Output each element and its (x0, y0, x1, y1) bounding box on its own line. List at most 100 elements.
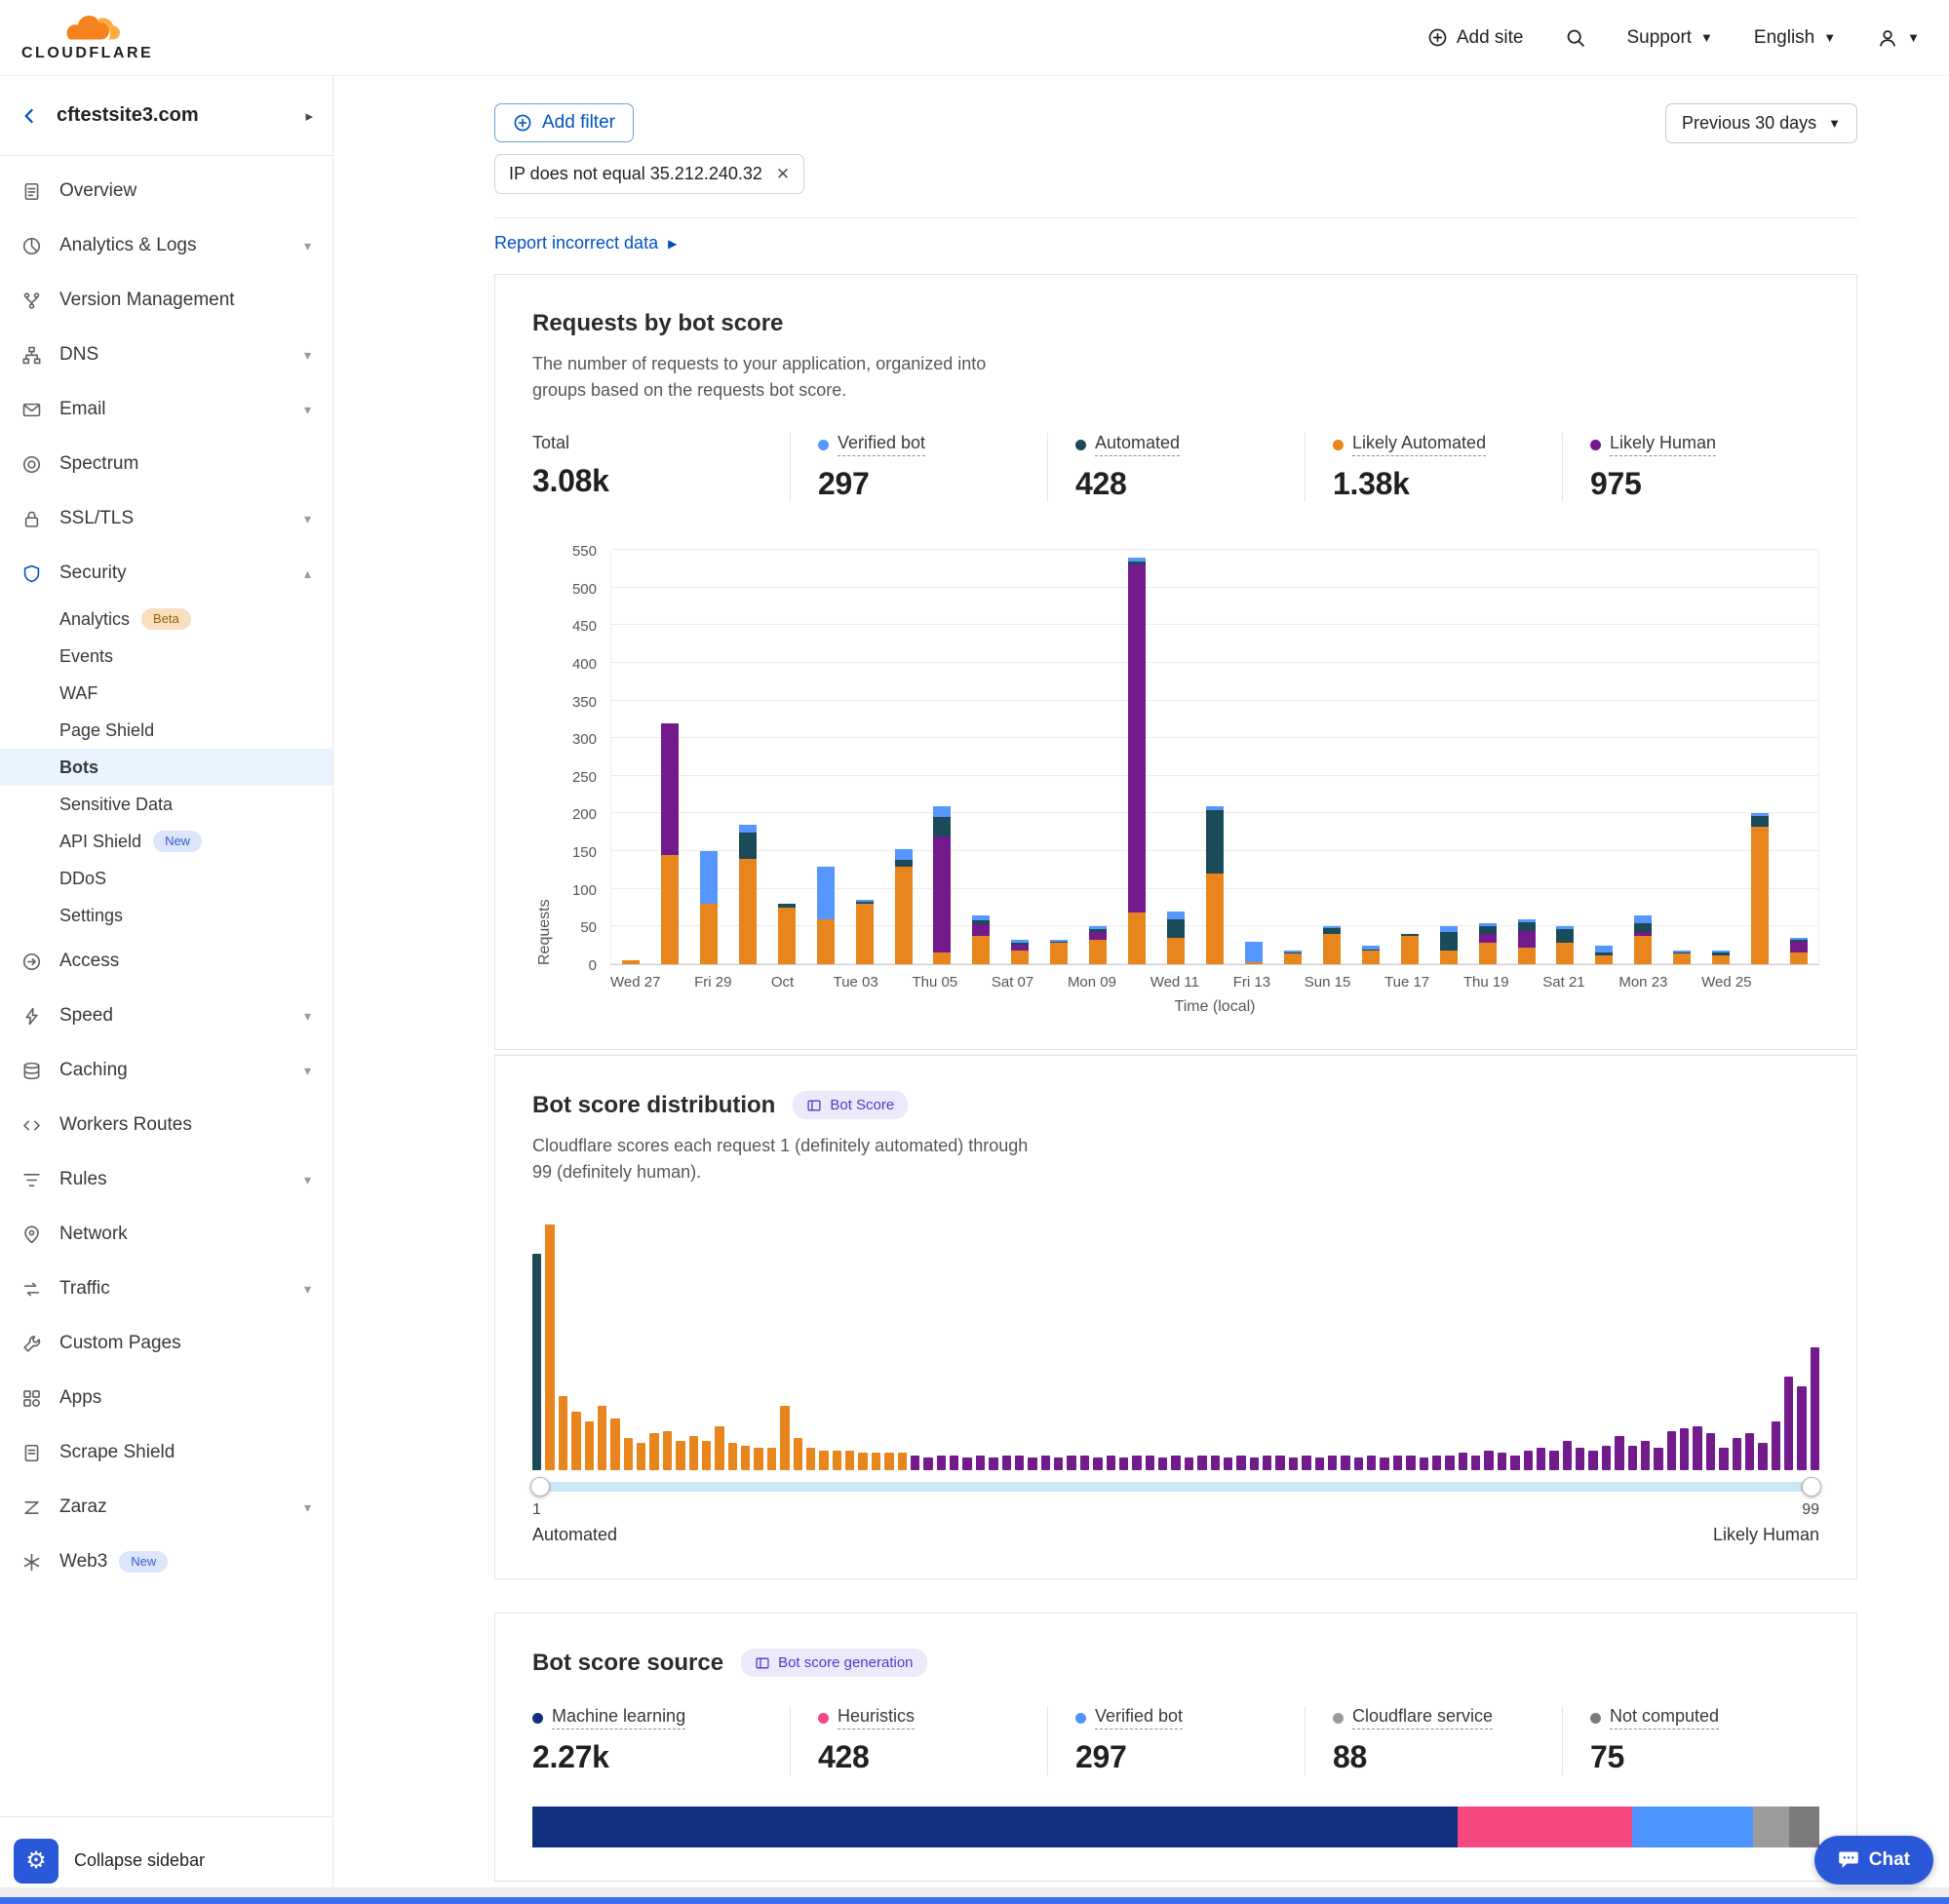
back-arrow-icon[interactable] (19, 105, 41, 127)
sidebar-item-sensitive-data[interactable]: Sensitive Data (0, 786, 332, 823)
sidebar-item-dns[interactable]: DNS▾ (0, 328, 332, 382)
sidebar-item-zaraz[interactable]: Zaraz▾ (0, 1480, 332, 1535)
cloudflare-logo[interactable]: CLOUDFLARE (21, 14, 153, 62)
sidebar-item-ssl-tls[interactable]: SSL/TLS▾ (0, 491, 332, 546)
bot-score-generation-badge[interactable]: Bot score generation (741, 1649, 926, 1677)
sidebar-item-apps[interactable]: Apps (0, 1371, 332, 1425)
hist-bar-24 (833, 1451, 841, 1470)
sidebar-item-network[interactable]: Network (0, 1207, 332, 1262)
sidebar-item-overview[interactable]: Overview (0, 164, 332, 218)
sidebar-item-custom-pages[interactable]: Custom Pages (0, 1316, 332, 1371)
filter-chip[interactable]: IP does not equal 35.212.240.32 ✕ (494, 154, 804, 194)
stat-value: 3.08k (532, 463, 790, 499)
chevron-down-icon: ▼ (1828, 117, 1841, 130)
hist-bar-16 (728, 1443, 737, 1470)
slider-handle-max[interactable] (1802, 1477, 1821, 1496)
source-segment-cloudflare-service (1753, 1807, 1789, 1847)
sidebar-item-analytics[interactable]: AnalyticsBeta (0, 601, 332, 638)
bar-day-13 (1089, 926, 1107, 964)
hist-bar-23 (819, 1451, 828, 1470)
chevron-down-icon: ▼ (1823, 31, 1836, 44)
hist-bar-47 (1132, 1456, 1141, 1470)
sidebar-item-traffic[interactable]: Traffic▾ (0, 1262, 332, 1316)
bar-day-14 (1128, 558, 1146, 964)
slider-handle-min[interactable] (530, 1477, 550, 1496)
hist-bar-28 (884, 1453, 893, 1470)
bar-day-5 (778, 904, 796, 964)
hist-bar-21 (794, 1438, 802, 1470)
hist-bar-90 (1693, 1426, 1701, 1470)
report-incorrect-data-link[interactable]: Report incorrect data ▶ (494, 233, 677, 253)
search-icon[interactable] (1565, 27, 1586, 49)
hist-bar-79 (1549, 1451, 1558, 1470)
chevron-right-icon: ▶ (668, 237, 677, 251)
sidebar-item-events[interactable]: Events (0, 638, 332, 675)
hist-bar-3 (559, 1396, 567, 1470)
sidebar-item-version-management[interactable]: Version Management (0, 273, 332, 328)
support-menu[interactable]: Support ▼ (1627, 27, 1713, 49)
sidebar-item-security[interactable]: Security▴ (0, 546, 332, 601)
time-range-dropdown[interactable]: Previous 30 days ▼ (1665, 103, 1857, 143)
y-axis-label: Requests (532, 551, 558, 965)
hist-bar-94 (1745, 1433, 1754, 1470)
site-name[interactable]: cftestsite3.com (57, 104, 199, 127)
user-icon (1877, 27, 1898, 49)
chevron-down-icon: ▾ (304, 347, 311, 364)
hist-bar-37 (1002, 1456, 1011, 1470)
gear-icon[interactable]: ⚙ (14, 1839, 58, 1884)
stat-total: Total 3.08k (532, 433, 790, 502)
y-axis-ticks: 050100150200250300350400450500550 (558, 551, 610, 965)
hist-bar-36 (989, 1457, 997, 1470)
sidebar-item-caching[interactable]: Caching▾ (0, 1043, 332, 1098)
sidebar-item-api-shield[interactable]: API ShieldNew (0, 823, 332, 860)
sidebar-nav: OverviewAnalytics & Logs▾Version Managem… (0, 156, 332, 1589)
bot-score-badge[interactable]: Bot Score (793, 1091, 908, 1119)
hist-bar-20 (780, 1406, 789, 1470)
stat-not-computed: Not computed75 (1562, 1706, 1819, 1775)
language-menu[interactable]: English ▼ (1754, 27, 1836, 49)
sidebar-item-web3[interactable]: Web3New (0, 1535, 332, 1589)
stat-value: 428 (818, 1739, 1047, 1775)
add-site-button[interactable]: Add site (1427, 27, 1524, 49)
bolt-icon (21, 1006, 42, 1027)
report-row: Report incorrect data ▶ (494, 218, 1857, 266)
close-icon[interactable]: ✕ (776, 165, 790, 184)
sidebar-item-rules[interactable]: Rules▾ (0, 1152, 332, 1207)
account-menu[interactable]: ▼ (1877, 27, 1920, 49)
hist-bar-87 (1654, 1448, 1662, 1470)
sidebar-item-scrape-shield[interactable]: Scrape Shield (0, 1425, 332, 1480)
add-filter-button[interactable]: Add filter (494, 103, 634, 142)
hist-bar-25 (845, 1451, 854, 1470)
sidebar-item-page-shield[interactable]: Page Shield (0, 712, 332, 749)
hist-bar-69 (1420, 1457, 1428, 1470)
sidebar-item-bots[interactable]: Bots (0, 749, 332, 786)
traffic-icon (21, 1279, 42, 1300)
chevron-down-icon: ▼ (1907, 31, 1920, 44)
bot-score-distribution-card: Bot score distribution Bot Score Cloudfl… (494, 1055, 1857, 1579)
chevron-right-icon[interactable]: ▸ (305, 107, 313, 125)
wrench-icon (21, 1334, 42, 1354)
sidebar-item-speed[interactable]: Speed▾ (0, 989, 332, 1043)
sidebar-item-workers-routes[interactable]: Workers Routes (0, 1098, 332, 1152)
collapse-sidebar-button[interactable]: Collapse sidebar (74, 1850, 205, 1871)
sidebar-item-settings[interactable]: Settings (0, 897, 332, 934)
hist-bar-18 (754, 1448, 762, 1470)
hist-bar-77 (1524, 1451, 1533, 1470)
bar-day-30 (1751, 813, 1769, 964)
stat-value: 88 (1333, 1739, 1562, 1775)
hist-bar-73 (1471, 1456, 1480, 1470)
sidebar-item-analytics-logs[interactable]: Analytics & Logs▾ (0, 218, 332, 273)
sidebar-item-email[interactable]: Email▾ (0, 382, 332, 437)
sidebar-item-access[interactable]: Access (0, 934, 332, 989)
stat-label: Total (532, 433, 790, 453)
chat-button[interactable]: Chat (1814, 1836, 1933, 1885)
sidebar-item-waf[interactable]: WAF (0, 675, 332, 712)
sidebar-item-spectrum[interactable]: Spectrum (0, 437, 332, 491)
hist-bar-44 (1093, 1457, 1102, 1470)
stat-value: 75 (1590, 1739, 1819, 1775)
hist-bar-1 (532, 1254, 541, 1470)
stat-value: 428 (1075, 466, 1305, 502)
legend-dot (818, 1713, 829, 1724)
hist-bar-30 (911, 1456, 919, 1470)
sidebar-item-ddos[interactable]: DDoS (0, 860, 332, 897)
